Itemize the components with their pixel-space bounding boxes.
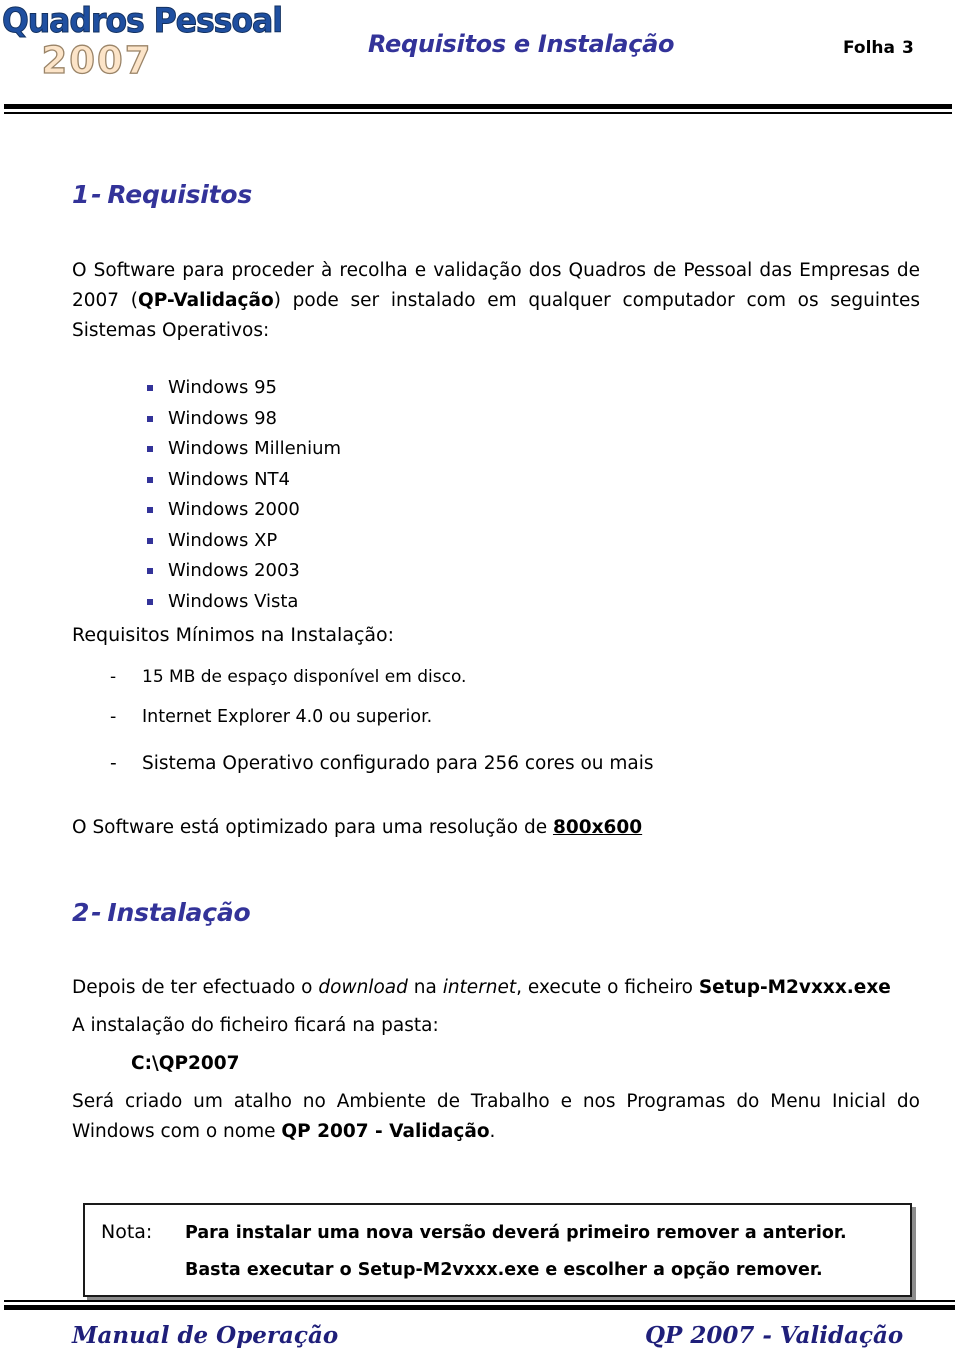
section-2-dash: - [91,898,102,927]
bullet-square-icon [147,598,153,605]
sheet-indicator: Folha 3 [843,38,914,58]
bullet-square-icon [147,385,153,391]
dash-marker: - [110,707,117,727]
list-item: Windows XP [130,526,630,557]
section-1-dash: - [91,180,102,209]
logo-year: 2007 [41,39,153,82]
resolution-value: 800x600 [552,817,643,838]
os-list: Windows 95 Windows 98 Windows Millenium … [130,373,630,617]
shortcut-text-b: . [489,1121,496,1142]
sheet-number: 3 [902,38,914,58]
requirement-label: 15 MB de espaço disponível em disco. [142,667,467,687]
header-title: Requisitos e Instalação [368,30,675,58]
list-item: Windows Millenium [130,434,630,465]
requirement-label: Internet Explorer 4.0 ou superior. [142,707,433,727]
dash-marker: - [110,753,117,774]
intro-bold-qp: QP-Validação [138,290,274,311]
list-item: Windows Vista [130,587,630,618]
header-divider [4,104,952,114]
section-2-title: Instalação [107,898,251,927]
install-download-line: Depois de ter efectuado o download na in… [72,973,932,1003]
os-label: Windows 2003 [168,560,300,581]
footer-divider [4,1300,955,1310]
os-label: Windows 98 [168,407,277,429]
os-label: Windows 2000 [168,499,300,520]
shortcut-name: QP 2007 - Validação [281,1121,490,1142]
minimum-requirements-heading: Requisitos Mínimos na Instalação: [72,624,395,646]
header-divider-thin [4,112,952,114]
list-item: Windows 95 [130,373,630,404]
note-container: Nota: Para instalar uma nova versão deve… [83,1203,912,1297]
os-label: Windows 95 [168,377,277,398]
install-text-b: na [407,977,443,998]
footer-divider-thick [4,1305,955,1310]
install-path: C:\QP2007 [131,1053,240,1074]
shortcut-text-a: Será criado um atalho no Ambiente de Tra… [72,1091,920,1142]
install-text-c: , execute o ficheiro [516,977,699,998]
requirement-label: Sistema Operativo configurado para 256 c… [142,753,654,774]
section-1-number: 1 [72,180,90,209]
note-box: Nota: Para instalar uma nova versão deve… [83,1203,912,1297]
section-heading-instalacao: 2- Instalação [72,898,251,927]
list-item: Windows NT4 [130,465,630,496]
note-label: Nota: [101,1221,153,1243]
page-header: Quadros Pessoal 2007 Requisitos e Instal… [0,0,960,118]
os-label: Windows Vista [168,590,299,612]
install-folder-line: A instalação do ficheiro ficará na pasta… [72,1015,439,1036]
brand-logo: Quadros Pessoal 2007 [2,1,284,88]
bullet-square-icon [147,446,153,452]
bullet-square-icon [147,537,153,544]
bullet-square-icon [147,568,153,574]
os-label: Windows XP [168,529,278,551]
sheet-label: Folha [843,38,896,58]
list-item: - Sistema Operativo configurado para 256 … [60,753,654,774]
os-label: Windows NT4 [168,468,290,490]
note-line-1: Para instalar uma nova versão deverá pri… [185,1223,847,1243]
section-heading-requisitos: 1- Requisitos [72,180,252,209]
install-italic-download: download [318,977,408,998]
list-item: Windows 2000 [130,495,630,526]
note-row-second: Basta executar o Setup-M2vxxx.exe e esco… [101,1252,900,1289]
footer-product-label: QP 2007 - Validação [645,1322,904,1349]
bullet-square-icon [147,476,153,483]
resolution-paragraph: O Software está optimizado para uma reso… [72,813,920,843]
page-footer: Manual de Operação QP 2007 - Validação [0,1316,960,1363]
install-text-a: Depois de ter efectuado o [72,977,319,998]
list-item: - 15 MB de espaço disponível em disco. [60,667,466,687]
note-row-first: Nota: Para instalar uma nova versão deve… [101,1214,900,1252]
bullet-square-icon [147,507,153,513]
section-2-number: 2 [72,898,90,927]
list-item: Windows 98 [130,404,630,435]
os-label: Windows Millenium [168,438,342,459]
list-item: Windows 2003 [130,556,630,587]
logo-title: Quadros Pessoal [2,1,284,41]
footer-manual-label: Manual de Operação [72,1322,339,1349]
install-shortcut-line: Será criado um atalho no Ambiente de Tra… [72,1087,920,1147]
list-item: - Internet Explorer 4.0 ou superior. [60,707,432,727]
install-italic-internet: internet [442,977,517,998]
dash-marker: - [110,667,117,687]
section-1-title: Requisitos [107,180,253,209]
bullet-square-icon [147,415,153,422]
note-line-2: Basta executar o Setup-M2vxxx.exe e esco… [185,1260,823,1280]
resolution-text: O Software está optimizado para uma reso… [72,817,553,838]
intro-paragraph: O Software para proceder à recolha e val… [72,256,920,346]
install-setup-filename: Setup-M2vxxx.exe [698,977,891,998]
